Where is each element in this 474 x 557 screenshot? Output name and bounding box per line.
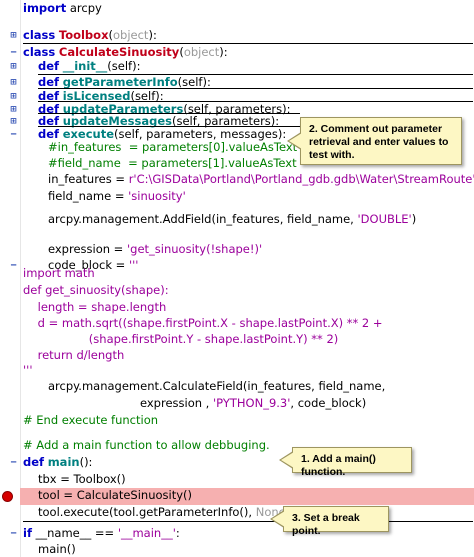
callout-step-2: 2. Comment out parameter retrieval and e… [287,117,462,165]
callout-text: 2. Comment out parameter retrieval and e… [309,123,449,161]
code-lower-lines [0,0,474,557]
callout-step-3: 3. Set a break point. [270,506,389,537]
callout-step-1: 1. Add a main() function. [279,447,412,478]
